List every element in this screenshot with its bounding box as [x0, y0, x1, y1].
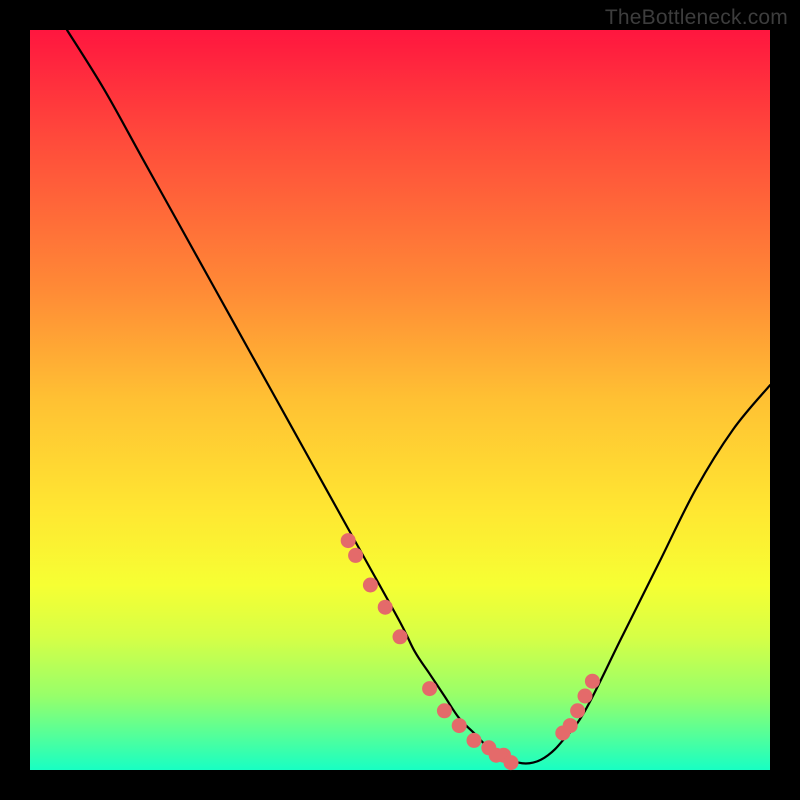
- marker-dot: [363, 578, 378, 593]
- chart-frame: TheBottleneck.com: [0, 0, 800, 800]
- marker-dot: [341, 533, 356, 548]
- marker-dot: [570, 703, 585, 718]
- watermark-text: TheBottleneck.com: [605, 6, 788, 30]
- marker-dot: [585, 674, 600, 689]
- highlighted-points: [341, 533, 600, 770]
- marker-dot: [393, 629, 408, 644]
- marker-dot: [578, 689, 593, 704]
- marker-dot: [348, 548, 363, 563]
- marker-dot: [378, 600, 393, 615]
- marker-dot: [467, 733, 482, 748]
- bottleneck-curve: [67, 30, 770, 764]
- marker-dot: [437, 703, 452, 718]
- marker-dot: [563, 718, 578, 733]
- marker-dot: [504, 755, 519, 770]
- chart-svg: [30, 30, 770, 770]
- marker-dot: [452, 718, 467, 733]
- marker-dot: [422, 681, 437, 696]
- plot-area: [30, 30, 770, 770]
